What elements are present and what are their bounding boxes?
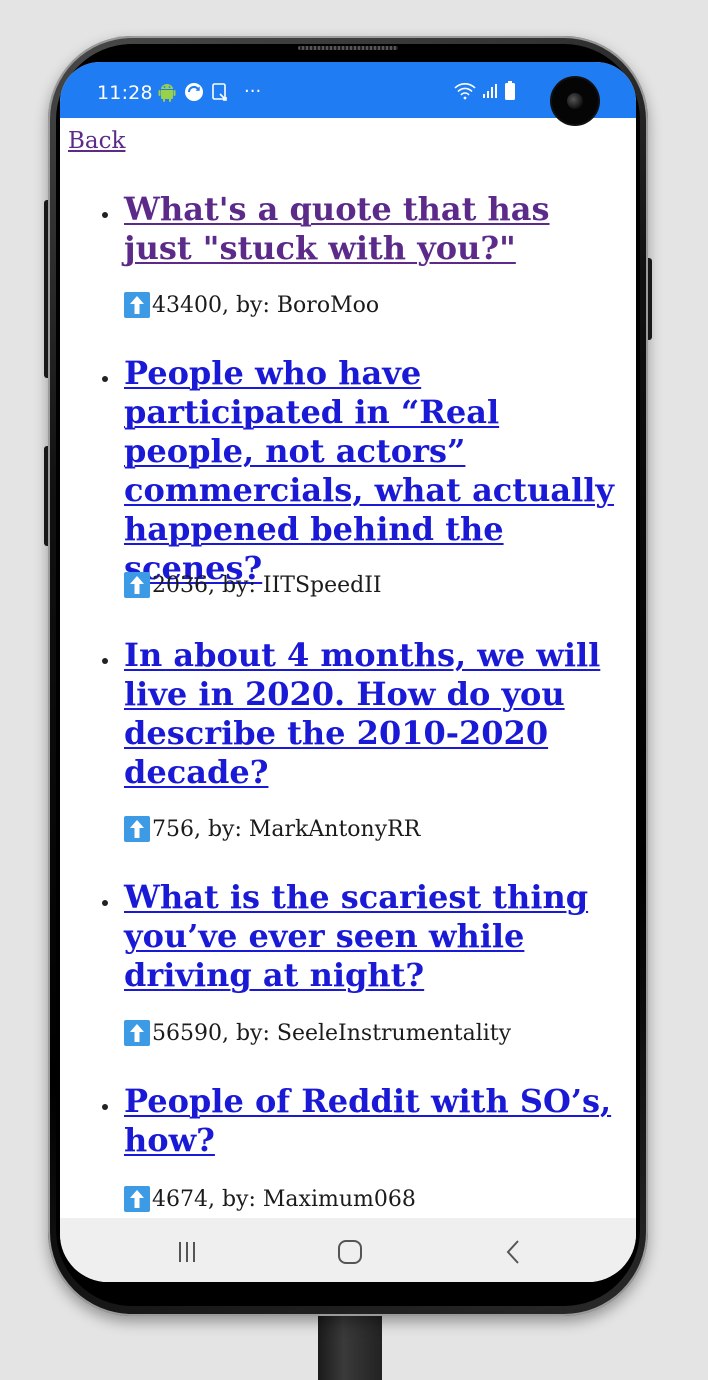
upvote-icon <box>124 1186 150 1212</box>
back-link[interactable]: Back <box>68 128 125 154</box>
upvote-icon <box>124 1020 150 1046</box>
device-frame: 11:28 ··· Back What's a quote that has j… <box>0 0 708 1380</box>
earpiece-speaker <box>298 46 398 50</box>
status-bar: 11:28 ··· <box>60 62 636 118</box>
post-meta: 756, by: MarkAntonyRR <box>124 816 420 842</box>
post-meta: 4674, by: Maximum068 <box>124 1186 416 1212</box>
upvote-icon <box>124 292 150 318</box>
post-meta: 43400, by: BoroMoo <box>124 292 379 318</box>
post-title-link[interactable]: In about 4 months, we will live in 2020.… <box>124 636 620 792</box>
battery-icon <box>504 81 516 105</box>
notification-icons: ··· <box>158 81 261 102</box>
android-icon <box>158 82 176 102</box>
more-dots-icon: ··· <box>244 81 262 102</box>
score-author: 756, by: MarkAntonyRR <box>152 816 421 842</box>
back-arrow-icon[interactable] <box>494 1234 534 1270</box>
bullet <box>102 376 108 382</box>
score-author: 4674, by: Maximum068 <box>152 1186 416 1212</box>
post-meta: 56590, by: SeeleInstrumentality <box>124 1020 511 1046</box>
bullet <box>102 900 108 906</box>
bullet <box>102 658 108 664</box>
post-title-link[interactable]: People of Reddit with SO’s, how? <box>124 1082 620 1160</box>
signal-icon <box>482 83 498 103</box>
navigation-bar <box>60 1218 636 1282</box>
phone-screen: 11:28 ··· Back What's a quote that has j… <box>60 62 636 1282</box>
upvote-icon <box>124 816 150 842</box>
upvote-icon <box>124 572 150 598</box>
bullet <box>102 212 108 218</box>
score-author: 2036, by: IITSpeedII <box>152 572 382 598</box>
system-icons <box>454 81 516 105</box>
wifi-icon <box>454 82 476 104</box>
page-content[interactable]: Back What's a quote that has just "stuck… <box>60 118 636 1218</box>
score-author: 43400, by: BoroMoo <box>152 292 380 318</box>
sync-icon <box>184 82 204 102</box>
score-author: 56590, by: SeeleInstrumentality <box>152 1020 512 1046</box>
post-title-link[interactable]: What's a quote that has just "stuck with… <box>124 190 620 268</box>
post-meta: 2036, by: IITSpeedII <box>124 572 382 598</box>
home-icon[interactable] <box>330 1234 370 1270</box>
recents-icon[interactable] <box>167 1234 207 1270</box>
post-title-link[interactable]: People who have participated in “Real pe… <box>124 354 620 588</box>
bullet <box>102 1104 108 1110</box>
post-title-link[interactable]: What is the scariest thing you’ve ever s… <box>124 878 620 995</box>
status-time: 11:28 <box>97 82 153 104</box>
screenshot-icon <box>212 82 228 102</box>
